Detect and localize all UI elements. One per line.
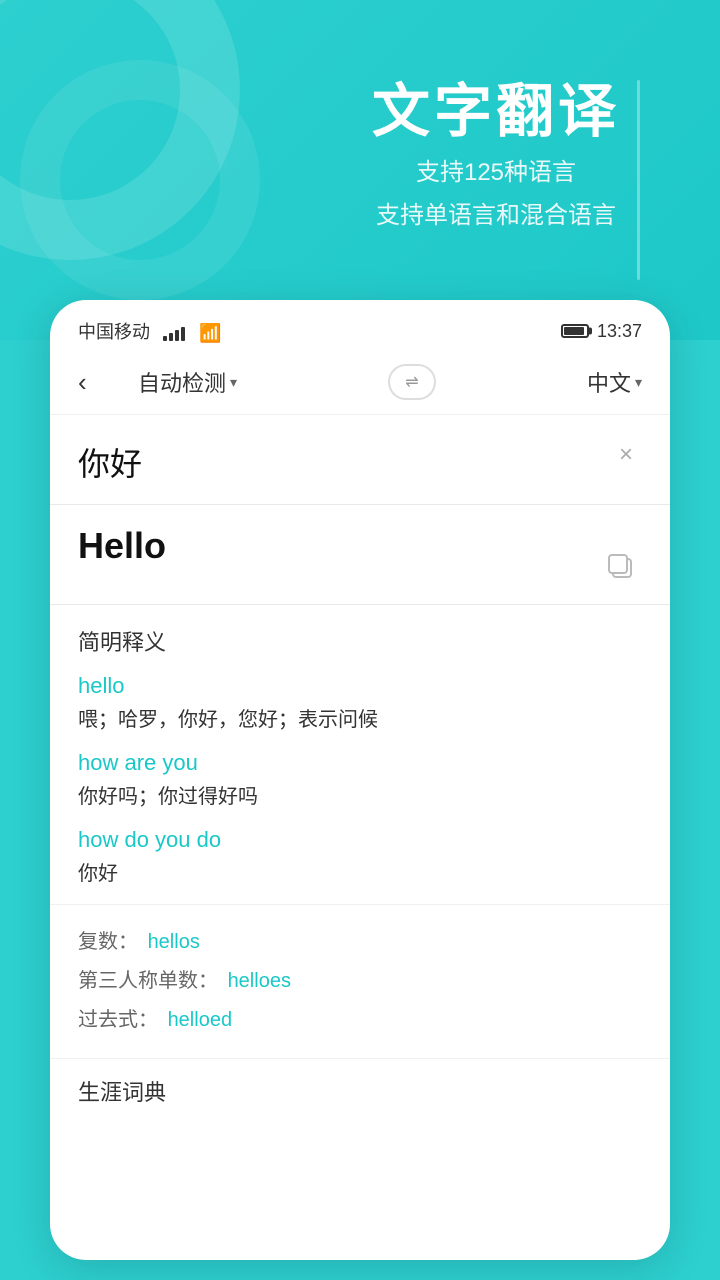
copy-button[interactable] <box>606 552 642 588</box>
def-meaning-3: 你好 <box>78 857 642 886</box>
past-tense-label: 过去式： <box>78 1009 158 1031</box>
target-language-selector[interactable]: 中文 ▾ <box>587 366 642 398</box>
plural-value: hellos <box>148 931 200 953</box>
time-label: 13:37 <box>597 321 642 342</box>
input-area: 你好 × <box>50 415 670 505</box>
translation-result: Hello <box>78 525 642 567</box>
source-chevron-icon: ▾ <box>230 374 237 391</box>
third-person-value: helloes <box>228 970 291 992</box>
copy-icon <box>606 552 634 580</box>
app-header: 文字翻译 支持125种语言 支持单语言和混合语言 <box>0 0 720 340</box>
decorative-divider <box>637 80 640 280</box>
bottom-section: 生涯词典 <box>50 1058 670 1107</box>
nav-bar: ‹ 自动检测 ▾ ⇌ 中文 ▾ <box>50 354 670 415</box>
app-title: 文字翻译 <box>372 80 620 144</box>
phone-card: 中国移动 📶 13:37 ‹ 自动检测 ▾ ⇌ <box>50 300 670 1260</box>
past-tense-form: 过去式： helloed <box>78 1003 642 1032</box>
def-meaning-1: 喂；哈罗，你好，您好；表示问候 <box>78 703 642 732</box>
definition-entry-3: how do you do 你好 <box>78 827 642 886</box>
third-person-label: 第三人称单数： <box>78 970 218 992</box>
def-phrase-2[interactable]: how are you <box>78 750 642 776</box>
def-meaning-2: 你好吗；你过得好吗 <box>78 780 642 809</box>
status-bar: 中国移动 📶 13:37 <box>50 300 670 354</box>
header-subtitle-2: 支持单语言和混合语言 <box>372 195 620 230</box>
carrier-label: 中国移动 📶 <box>78 318 221 344</box>
result-area: Hello <box>50 505 670 605</box>
def-phrase-1[interactable]: hello <box>78 673 642 699</box>
back-button[interactable]: ‹ <box>78 367 114 398</box>
plural-form: 复数： hellos <box>78 925 642 954</box>
definition-entry-1: hello 喂；哈罗，你好，您好；表示问候 <box>78 673 642 732</box>
header-content: 文字翻译 支持125种语言 支持单语言和混合语言 <box>372 80 620 230</box>
source-lang-label: 自动检测 <box>138 366 226 398</box>
target-lang-label: 中文 <box>587 366 631 398</box>
input-text[interactable]: 你好 <box>78 439 642 485</box>
status-right: 13:37 <box>561 321 642 342</box>
wifi-icon: 📶 <box>199 323 221 344</box>
header-subtitle-1: 支持125种语言 <box>372 152 620 187</box>
clear-button[interactable]: × <box>610 439 642 471</box>
plural-label: 复数： <box>78 931 138 953</box>
bottom-section-title: 生涯词典 <box>78 1075 642 1107</box>
word-forms-section: 复数： hellos 第三人称单数： helloes 过去式： helloed <box>50 904 670 1058</box>
definitions-title: 简明释义 <box>78 625 642 657</box>
signal-icons: 📶 <box>163 323 221 344</box>
battery-icon <box>561 324 589 338</box>
swap-icon: ⇌ <box>405 372 418 392</box>
def-phrase-3[interactable]: how do you do <box>78 827 642 853</box>
third-person-form: 第三人称单数： helloes <box>78 964 642 993</box>
source-language-selector[interactable]: 自动检测 ▾ <box>138 366 237 398</box>
swap-languages-button[interactable]: ⇌ <box>388 364 436 400</box>
definition-entry-2: how are you 你好吗；你过得好吗 <box>78 750 642 809</box>
definitions-section: 简明释义 hello 喂；哈罗，你好，您好；表示问候 how are you 你… <box>50 605 670 886</box>
past-tense-value: helloed <box>168 1009 233 1031</box>
decorative-circle-2 <box>20 60 260 300</box>
signal-strength-icon <box>163 325 185 341</box>
target-chevron-icon: ▾ <box>635 374 642 391</box>
